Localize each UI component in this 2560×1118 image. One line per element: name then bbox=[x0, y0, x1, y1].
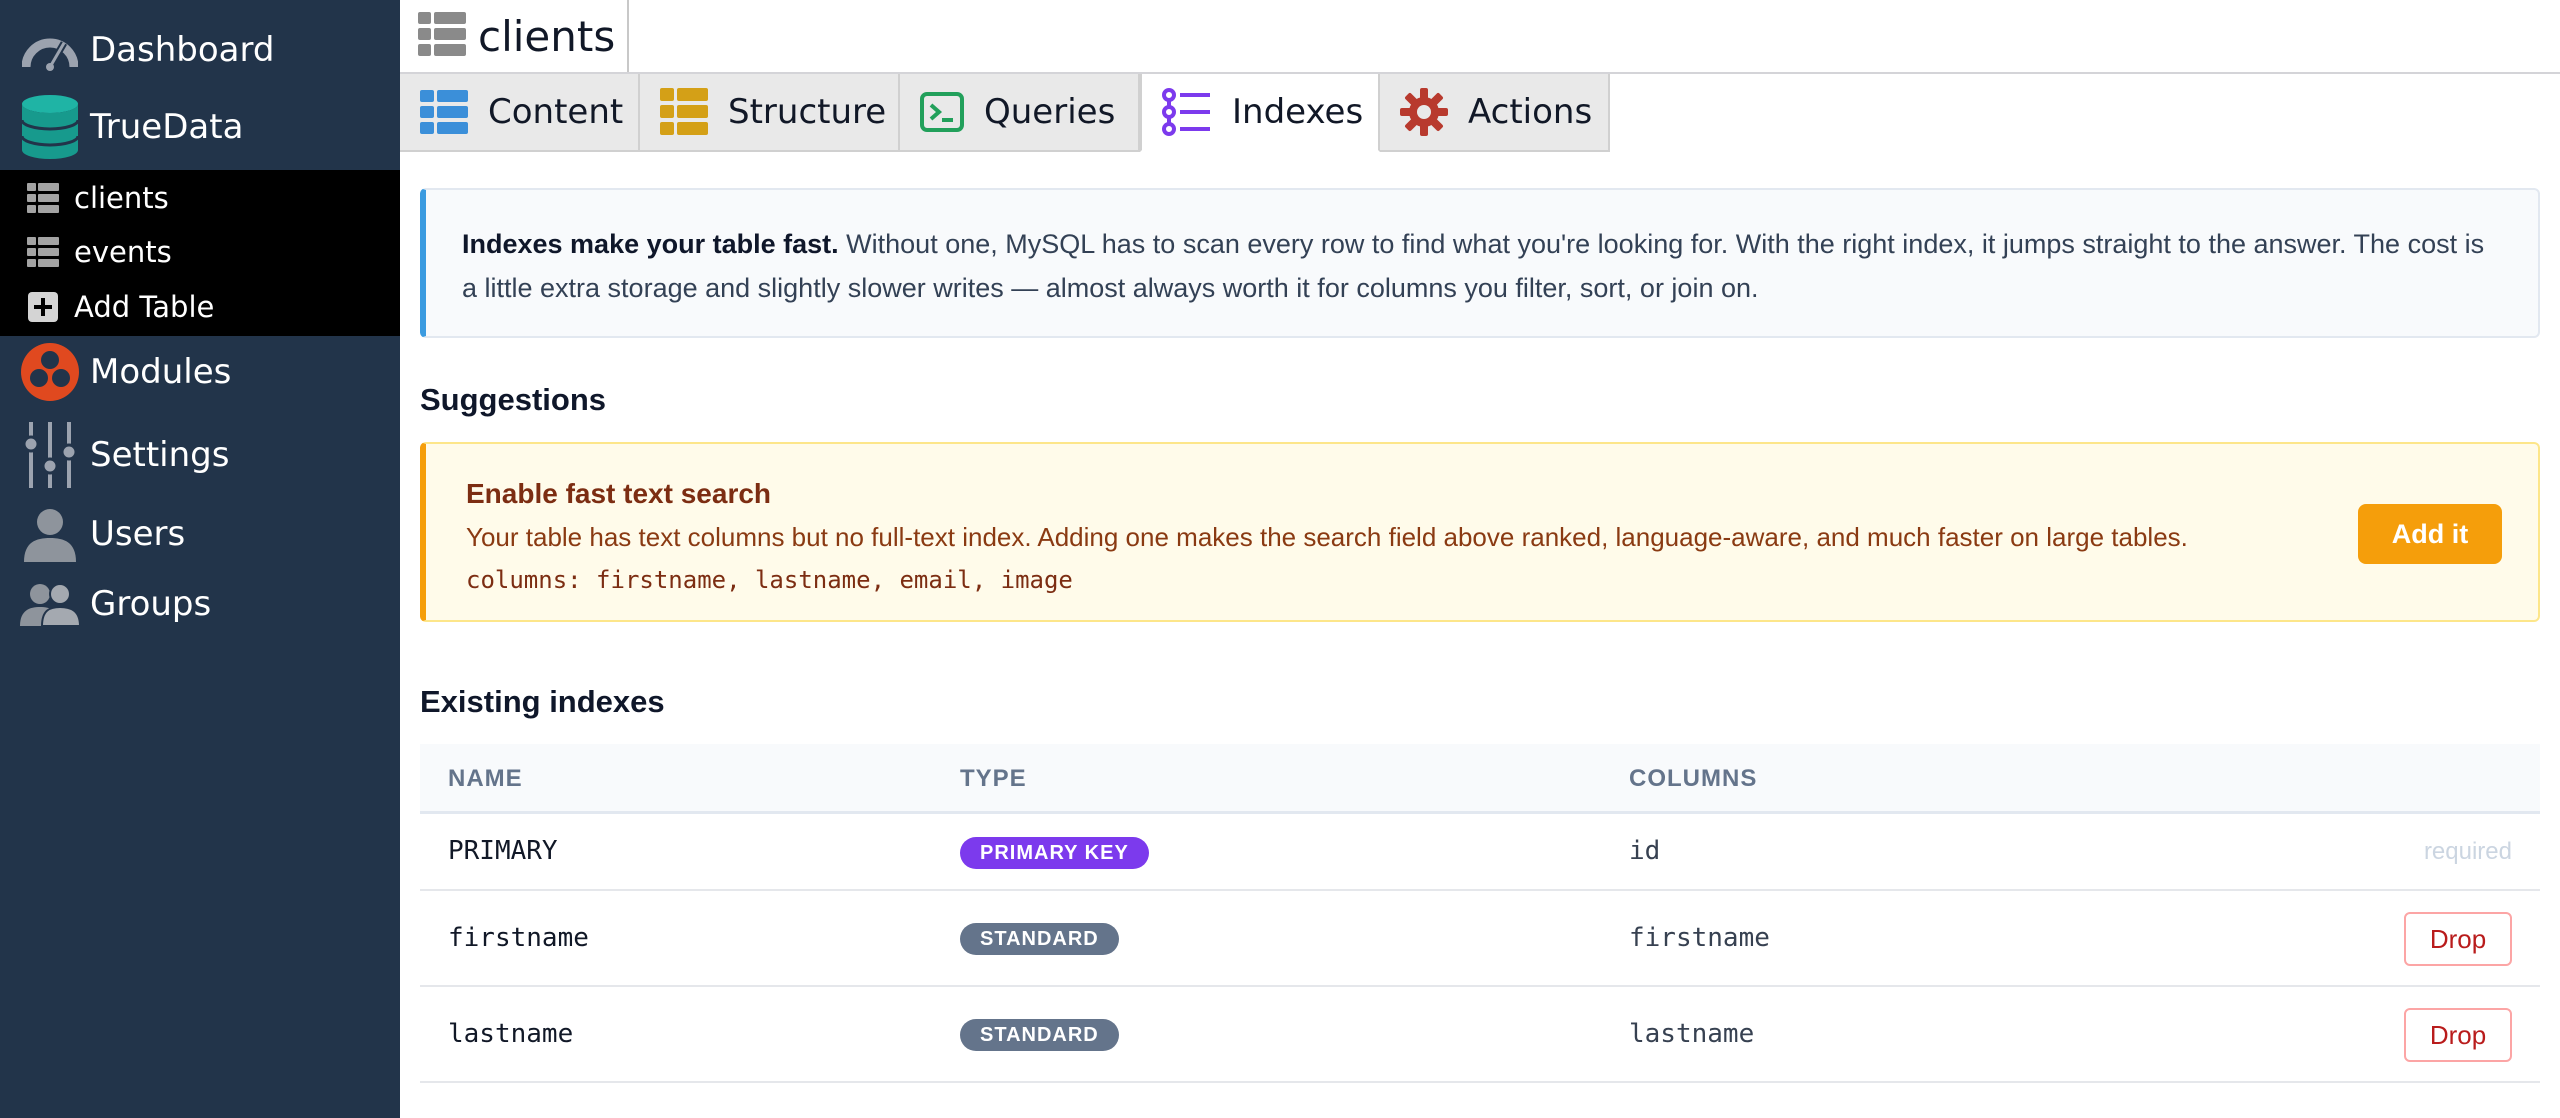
index-name: lastname bbox=[448, 1019, 574, 1049]
index-name: firstname bbox=[448, 923, 589, 953]
grid-icon bbox=[420, 86, 468, 138]
table-icon bbox=[26, 181, 60, 215]
sidebar-item-users[interactable]: Users bbox=[0, 504, 400, 564]
dashboard-gauge-icon bbox=[20, 20, 80, 80]
info-callout: Indexes make your table fast. Without on… bbox=[420, 188, 2540, 338]
tab-actions[interactable]: Actions bbox=[1380, 74, 1610, 152]
table-title: clients bbox=[400, 0, 630, 72]
indexes-table: NAME TYPE COLUMNS PRIMARY PRIMARY KEY id… bbox=[420, 744, 2540, 1083]
terminal-icon bbox=[920, 86, 964, 138]
gear-icon bbox=[1400, 86, 1448, 138]
table-row: lastname STANDARD lastname Drop bbox=[420, 987, 2540, 1083]
sliders-icon bbox=[20, 422, 80, 488]
index-columns: firstname bbox=[1629, 923, 1770, 953]
drop-index-button[interactable]: Drop bbox=[2404, 1008, 2512, 1062]
modules-icon bbox=[20, 342, 80, 402]
tab-label: Indexes bbox=[1232, 92, 1364, 132]
index-columns: id bbox=[1629, 836, 1661, 866]
user-icon bbox=[20, 504, 80, 564]
tab-indexes[interactable]: Indexes bbox=[1140, 74, 1380, 152]
add-table-button[interactable]: Add Table bbox=[0, 280, 400, 334]
index-name: PRIMARY bbox=[448, 836, 558, 866]
suggestion-title: Enable fast text search bbox=[466, 478, 772, 509]
sidebar: Dashboard TrueData clients events Add Ta… bbox=[0, 0, 400, 1118]
tab-structure[interactable]: Structure bbox=[640, 74, 900, 152]
tab-label: Content bbox=[488, 92, 624, 132]
structure-icon bbox=[660, 86, 708, 138]
table-list: clients events Add Table bbox=[0, 170, 400, 336]
sidebar-item-groups[interactable]: Groups bbox=[0, 574, 400, 634]
sidebar-item-label: Modules bbox=[90, 352, 232, 392]
sidebar-table-label: clients bbox=[74, 181, 169, 215]
users-group-icon bbox=[20, 574, 80, 634]
info-callout-heading: Indexes make your table fast. bbox=[462, 229, 839, 259]
index-columns: lastname bbox=[1629, 1019, 1755, 1049]
add-table-label: Add Table bbox=[74, 290, 215, 324]
sidebar-item-label: TrueData bbox=[90, 107, 244, 147]
database-icon bbox=[20, 95, 80, 159]
plus-square-icon bbox=[26, 290, 60, 324]
suggestion-columns: columns: firstname, lastname, email, ima… bbox=[466, 566, 1073, 594]
sidebar-item-label: Groups bbox=[90, 584, 212, 624]
sidebar-item-truedata[interactable]: TrueData bbox=[0, 92, 400, 162]
sidebar-table-clients[interactable]: clients bbox=[0, 171, 400, 225]
tab-label: Queries bbox=[984, 92, 1116, 132]
existing-indexes-heading: Existing indexes bbox=[420, 684, 665, 719]
column-header-name: NAME bbox=[448, 765, 523, 792]
suggestion-text: Your table has text columns but no full-… bbox=[466, 522, 2188, 552]
tab-label: Actions bbox=[1468, 92, 1593, 132]
drop-index-button[interactable]: Drop bbox=[2404, 912, 2512, 966]
sidebar-table-label: events bbox=[74, 235, 172, 269]
sidebar-item-label: Settings bbox=[90, 435, 230, 475]
tab-content[interactable]: Content bbox=[400, 74, 640, 152]
sidebar-table-events[interactable]: events bbox=[0, 225, 400, 279]
page-header: clients bbox=[400, 0, 2560, 74]
tab-queries[interactable]: Queries bbox=[900, 74, 1140, 152]
tab-bar: Content Structure Queries Indexes Action… bbox=[400, 74, 1610, 152]
index-type-badge: STANDARD bbox=[960, 923, 1119, 955]
tab-label: Structure bbox=[728, 92, 887, 132]
table-icon bbox=[418, 10, 466, 63]
add-index-button[interactable]: Add it bbox=[2358, 504, 2502, 564]
column-header-type: TYPE bbox=[960, 765, 1027, 792]
suggestions-heading: Suggestions bbox=[420, 382, 607, 417]
index-type-badge: STANDARD bbox=[960, 1019, 1119, 1051]
table-row: firstname STANDARD firstname Drop bbox=[420, 891, 2540, 987]
table-row: PRIMARY PRIMARY KEY id required bbox=[420, 814, 2540, 891]
index-type-badge: PRIMARY KEY bbox=[960, 837, 1149, 869]
sidebar-item-settings[interactable]: Settings bbox=[0, 420, 400, 490]
sidebar-item-dashboard[interactable]: Dashboard bbox=[0, 20, 400, 80]
page-title: clients bbox=[478, 11, 616, 61]
list-icon bbox=[1162, 86, 1212, 138]
sidebar-item-label: Users bbox=[90, 514, 186, 554]
table-icon bbox=[26, 235, 60, 269]
sidebar-item-label: Dashboard bbox=[90, 30, 275, 70]
table-header: NAME TYPE COLUMNS bbox=[420, 744, 2540, 814]
required-label: required bbox=[2423, 838, 2512, 865]
column-header-columns: COLUMNS bbox=[1629, 765, 1758, 792]
sidebar-item-modules[interactable]: Modules bbox=[0, 342, 400, 402]
suggestion-card: Enable fast text search Your table has t… bbox=[420, 442, 2540, 622]
